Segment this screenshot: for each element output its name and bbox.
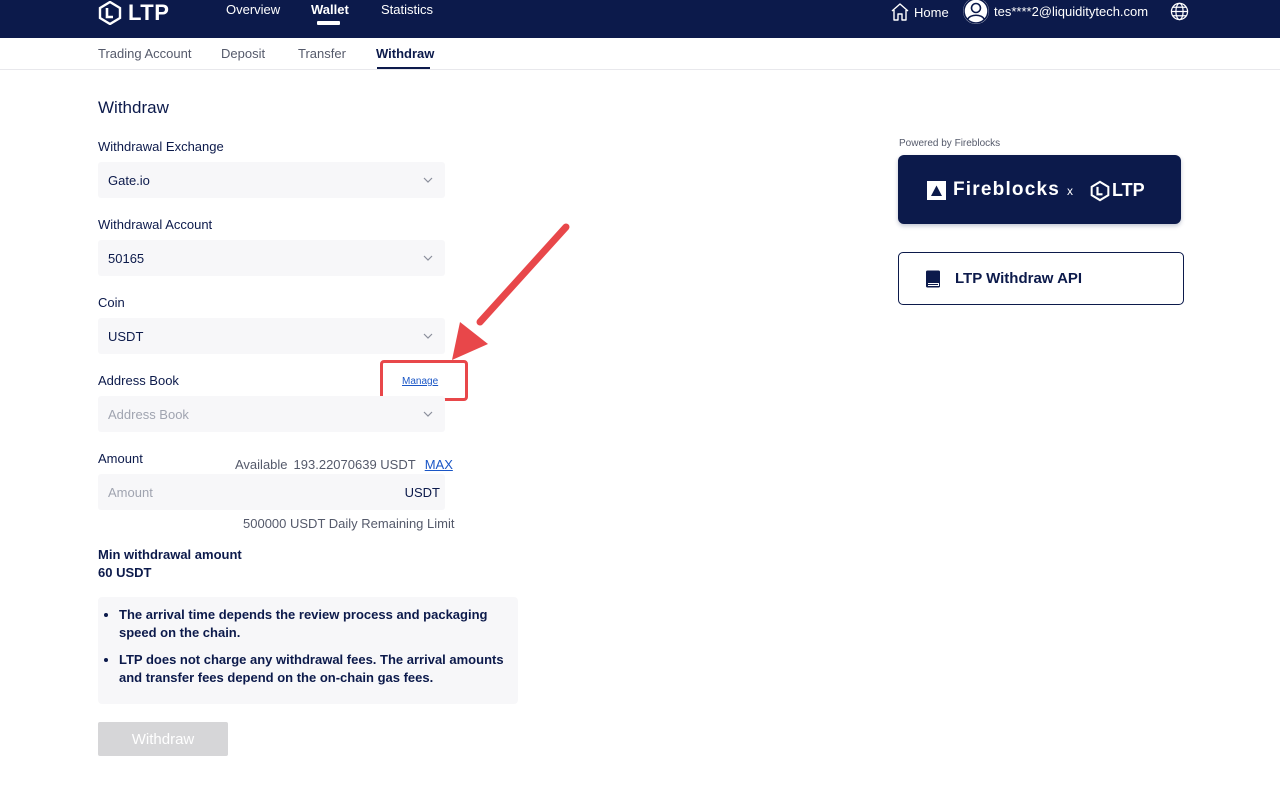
address-book-select[interactable]: Address Book (98, 396, 445, 432)
ltp-partner-name: LTP (1112, 180, 1145, 200)
account-value: 50165 (108, 250, 145, 266)
address-book-placeholder: Address Book (108, 406, 189, 422)
tab-deposit[interactable]: Deposit (221, 46, 265, 61)
fireblocks-brand: Fireblocks (953, 179, 1061, 200)
available-label: Available (235, 457, 288, 472)
amount-input[interactable] (98, 474, 388, 510)
exchange-select[interactable]: Gate.io (98, 162, 445, 198)
amount-field[interactable]: USDT (98, 474, 445, 510)
book-icon (926, 270, 940, 287)
account-label: Withdrawal Account (98, 217, 213, 232)
avatar (963, 0, 989, 24)
available-value: 193.22070639 USDT (293, 457, 416, 472)
note-item: LTP does not charge any withdrawal fees.… (119, 651, 506, 687)
user-icon (963, 0, 989, 24)
globe-icon[interactable] (1170, 2, 1189, 21)
daily-limit: 500000 USDT Daily Remaining Limit (243, 516, 455, 531)
annotation-arrow (452, 223, 570, 360)
nav-wallet[interactable]: Wallet (311, 2, 349, 17)
coin-label: Coin (98, 295, 125, 310)
address-book-label: Address Book (98, 373, 179, 388)
chevron-down-icon (423, 411, 433, 417)
ltp-logo-icon (1090, 180, 1110, 202)
user-email: tes****2@liquiditytech.com (994, 3, 1149, 19)
account-select[interactable]: 50165 (98, 240, 445, 276)
banner-separator: x (1067, 184, 1073, 198)
max-button[interactable]: MAX (425, 457, 453, 472)
amount-label: Amount (98, 451, 143, 466)
nav-active-indicator (317, 21, 340, 25)
sub-navbar: Trading Account Deposit Transfer Withdra… (0, 38, 1280, 70)
withdrawal-notes: The arrival time depends the review proc… (98, 597, 518, 704)
exchange-label: Withdrawal Exchange (98, 139, 224, 154)
home-link[interactable]: Home (890, 2, 949, 22)
tab-transfer[interactable]: Transfer (298, 46, 346, 61)
withdraw-button[interactable]: Withdraw (98, 722, 228, 756)
home-label: Home (914, 4, 949, 20)
exchange-value: Gate.io (108, 172, 150, 188)
available-balance: Available 193.22070639 USDT MAX (235, 457, 453, 472)
home-icon (891, 3, 909, 21)
tab-active-indicator (377, 67, 430, 69)
nav-statistics[interactable]: Statistics (381, 2, 433, 17)
amount-unit: USDT (404, 485, 440, 500)
fireblocks-banner[interactable]: Fireblocks x LTP (898, 155, 1181, 224)
chevron-down-icon (423, 333, 433, 339)
top-navbar: LTP Overview Wallet Statistics Home tes*… (0, 0, 1280, 38)
note-item: The arrival time depends the review proc… (119, 606, 506, 642)
coin-select[interactable]: USDT (98, 318, 445, 354)
min-withdrawal-label: Min withdrawal amount (98, 547, 242, 562)
min-withdrawal-value: 60 USDT (98, 565, 152, 580)
logo-text: LTP (128, 0, 170, 25)
fireblocks-logo-icon (927, 181, 946, 200)
tab-withdraw[interactable]: Withdraw (376, 46, 434, 61)
ltp-withdraw-api-card[interactable]: LTP Withdraw API (898, 252, 1184, 305)
tab-trading-account[interactable]: Trading Account (98, 46, 191, 61)
powered-by: Powered by Fireblocks (899, 138, 1001, 149)
nav-overview[interactable]: Overview (226, 2, 280, 17)
ltp-logo[interactable]: LTP (98, 0, 169, 28)
chevron-down-icon (423, 255, 433, 261)
coin-value: USDT (108, 328, 144, 344)
chevron-down-icon (423, 177, 433, 183)
api-card-label: LTP Withdraw API (955, 270, 1083, 287)
user-menu[interactable]: tes****2@liquiditytech.com (963, 0, 1148, 24)
ltp-logo-icon (98, 1, 122, 25)
page-title: Withdraw (98, 98, 169, 117)
